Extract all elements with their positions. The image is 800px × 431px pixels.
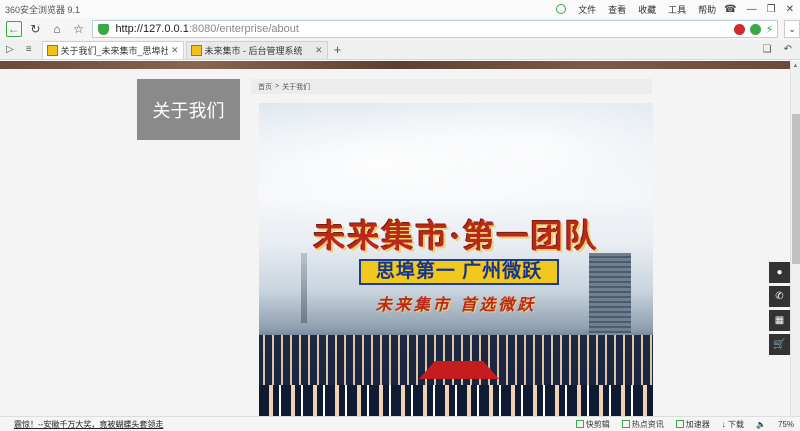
- banner-bar-text: 思埠第一 广州微跃: [359, 259, 559, 285]
- close-window-icon[interactable]: ✕: [786, 4, 794, 15]
- page-viewport: 关于我们 首页 > 关于我们 未来集市·第一团队 思埠第一 广州微跃 未来集市 …: [0, 61, 790, 416]
- top-menu: 文件 查看 收藏 工具 帮助: [556, 3, 724, 16]
- menu-favorites[interactable]: 收藏: [638, 3, 656, 16]
- accelerator-label: 加速器: [685, 419, 710, 429]
- status-items: 快剪辑 热点资讯 加速器 ↓ 下载 🔈 75%: [575, 419, 800, 430]
- play-icon[interactable]: ▷: [6, 44, 14, 55]
- menu-view[interactable]: 查看: [608, 3, 626, 16]
- banner-headline: 未来集市·第一团队: [313, 217, 599, 255]
- minimize-icon[interactable]: —: [747, 4, 757, 15]
- breadcrumb-current: 关于我们: [282, 83, 311, 91]
- page-scrollbar[interactable]: ▲: [790, 61, 800, 416]
- tab-about[interactable]: 关于我们_未来集市_思埠社交电商 ✕: [41, 41, 184, 59]
- accelerator-button[interactable]: 加速器: [675, 419, 710, 430]
- hot-news-button[interactable]: 热点资讯: [621, 419, 664, 430]
- quick-edit-label: 快剪辑: [585, 419, 610, 429]
- sidebar-list-icon[interactable]: ≡: [26, 44, 32, 55]
- url-path: :8080/enterprise/about: [188, 23, 299, 35]
- hot-news-icon: [621, 420, 630, 429]
- phone-icon[interactable]: ✆: [769, 286, 790, 307]
- user-icon[interactable]: [556, 4, 567, 14]
- zoom-level[interactable]: 75%: [778, 420, 794, 429]
- news-ticker-link[interactable]: 震惊！--安徽千万大奖，竟被蝴蝶头套领走: [14, 419, 576, 430]
- sound-icon[interactable]: 🔈: [756, 420, 766, 429]
- header-strip: [0, 61, 790, 69]
- url-dropdown-button[interactable]: ⌄: [784, 20, 800, 38]
- maximize-icon[interactable]: ❐: [767, 4, 776, 15]
- menu-file[interactable]: 文件: [578, 3, 596, 16]
- skin-icon[interactable]: ☎: [724, 4, 736, 15]
- extension-red-icon[interactable]: [733, 24, 745, 35]
- quick-edit-icon: [575, 420, 584, 429]
- breadcrumb-home[interactable]: 首页: [258, 82, 272, 92]
- close-tab-icon[interactable]: ✕: [315, 45, 323, 56]
- app-title: 360安全浏览器 9.1: [5, 4, 81, 15]
- banner-crowd-front: [259, 385, 653, 416]
- banner-subline: 未来集市 首选微跃: [375, 295, 537, 314]
- download-label: 下载: [728, 419, 745, 429]
- menu-tools[interactable]: 工具: [668, 3, 686, 16]
- security-shield-icon: [98, 24, 110, 35]
- site-favicon-icon: [46, 45, 58, 56]
- float-service-bar: ● ✆ ▦ 🛒: [769, 262, 790, 355]
- favorite-star-button[interactable]: ☆: [71, 21, 87, 37]
- home-button[interactable]: ⌂: [49, 21, 65, 37]
- scroll-thumb[interactable]: [792, 114, 800, 264]
- scroll-up-icon[interactable]: ▲: [791, 61, 800, 71]
- undo-close-icon[interactable]: ↶: [784, 44, 792, 55]
- breadcrumb: 首页 > 关于我们: [251, 79, 652, 94]
- breadcrumb-separator: >: [275, 83, 280, 90]
- tab-label: 关于我们_未来集市_思埠社交电商: [60, 46, 168, 56]
- address-bar: ← ↻ ⌂ ☆ http://127.0.0.1:8080/enterprise…: [0, 18, 800, 40]
- hot-news-label: 热点资讯: [631, 419, 664, 429]
- accelerator-icon: [675, 420, 684, 429]
- back-button[interactable]: ←: [6, 21, 22, 37]
- extension-green-icon[interactable]: [749, 24, 761, 35]
- status-bar: 震惊！--安徽千万大奖，竟被蝴蝶头套领走 快剪辑 热点资讯 加速器 ↓ 下载 🔈…: [0, 416, 800, 431]
- close-tab-icon[interactable]: ✕: [171, 45, 179, 56]
- qq-icon[interactable]: ●: [769, 262, 790, 283]
- new-tab-button[interactable]: +: [330, 41, 346, 59]
- site-favicon-icon: [190, 45, 202, 56]
- tab-admin[interactable]: 未来集市 - 后台管理系统 ✕: [185, 41, 328, 59]
- speed-mode-icon[interactable]: ⚡: [766, 23, 774, 36]
- tab-label: 未来集市 - 后台管理系统: [204, 46, 303, 56]
- url-input[interactable]: http://127.0.0.1:8080/enterprise/about ⚡: [92, 20, 779, 38]
- window-title-bar: 360安全浏览器 9.1 文件 查看 收藏 工具 帮助 ☎ — ❐ ✕: [0, 0, 800, 18]
- qrcode-icon[interactable]: ▦: [769, 310, 790, 331]
- refresh-button[interactable]: ↻: [28, 21, 44, 37]
- team-banner-image: 未来集市·第一团队 思埠第一 广州微跃 未来集市 首选微跃: [259, 103, 653, 416]
- quick-edit-button[interactable]: 快剪辑: [575, 419, 610, 430]
- cart-icon[interactable]: 🛒: [769, 334, 790, 355]
- menu-help[interactable]: 帮助: [698, 3, 716, 16]
- url-host: http://127.0.0.1: [115, 23, 189, 35]
- restore-tabs-icon[interactable]: ❏: [763, 44, 772, 55]
- tab-side-tools: ▷ ≡: [6, 39, 42, 59]
- tab-bar: ▷ ≡ 关于我们_未来集市_思埠社交电商 ✕ 未来集市 - 后台管理系统 ✕ +…: [0, 40, 800, 60]
- download-button[interactable]: ↓ 下载: [722, 419, 744, 430]
- tab-bar-right-tools: ❏ ↶: [763, 44, 792, 55]
- side-title-box: 关于我们: [137, 79, 240, 140]
- window-controls: ☎ — ❐ ✕: [724, 4, 800, 15]
